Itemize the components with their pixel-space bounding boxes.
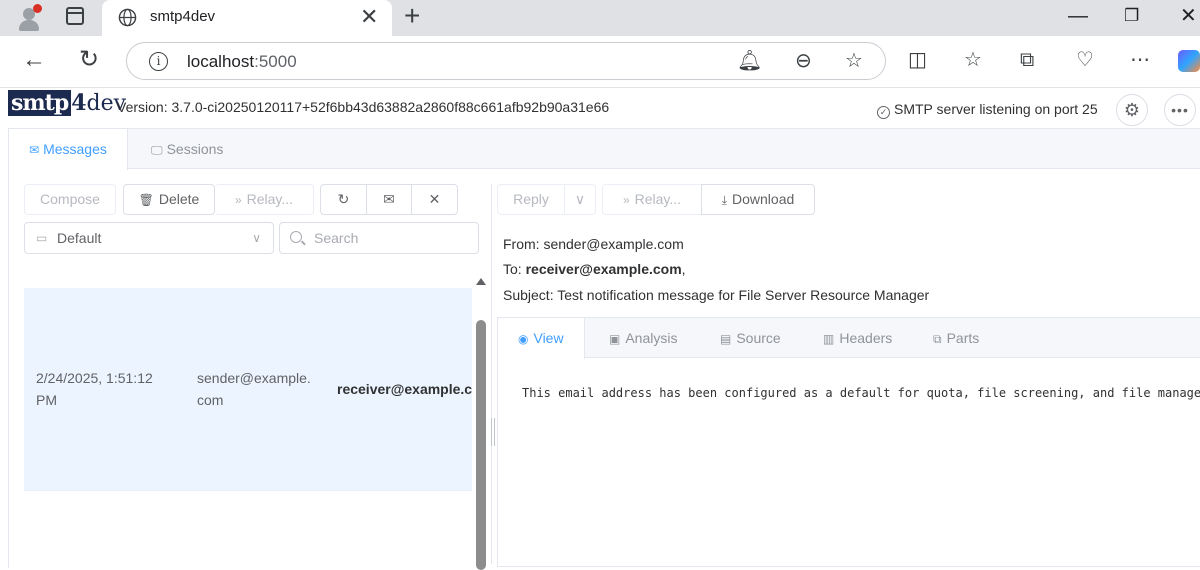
server-status: ✓ SMTP server listening on port 25	[877, 101, 1098, 119]
message-list: 2/24/2025, 1:51:12 PM sender@example.com…	[24, 272, 490, 564]
download-icon: ⤓	[721, 193, 728, 207]
split-screen-icon[interactable]: ◫	[908, 48, 927, 72]
tab-messages[interactable]: ✉ Messages	[9, 129, 128, 170]
tab-actions-icon[interactable]	[66, 7, 84, 25]
envelope-icon: ✉	[29, 143, 40, 157]
to-address: receiver@example.com	[337, 381, 472, 397]
collections-icon[interactable]: ⧉	[1020, 48, 1034, 72]
double-chevron-icon: »	[622, 193, 630, 207]
open-envelope-icon: ✉	[383, 191, 395, 207]
received-date: 2/24/2025, 1:51:12 PM	[36, 370, 153, 408]
browser-tab-strip: smtp4dev ✕ + — ❐ ✕	[0, 0, 1200, 36]
message-subject: Subject: Test notification message for F…	[503, 287, 930, 303]
mailbox-icon: ▭	[36, 231, 48, 245]
tab-analysis[interactable]: ▣ Analysis	[589, 318, 697, 358]
zoom-out-icon[interactable]: ⊖	[795, 50, 812, 72]
clear-button[interactable]: ✕	[411, 184, 458, 215]
scroll-up-arrow-icon[interactable]	[476, 278, 486, 285]
copilot-icon[interactable]	[1178, 50, 1200, 72]
document-icon: ▤	[720, 332, 732, 346]
address-bar: ← ↻ i localhost:5000 🔔︎ ⊖ ☆ ◫ ☆ ⧉ ♡ ⋯	[0, 36, 1200, 88]
compose-button[interactable]: Compose	[24, 184, 116, 215]
trash-icon: 🗑︎	[138, 193, 154, 207]
more-options-icon[interactable]: ⋯	[1130, 48, 1150, 72]
profile-avatar-icon[interactable]	[16, 4, 42, 31]
row-divider	[24, 490, 472, 491]
back-icon[interactable]: ←	[22, 46, 46, 74]
restore-icon[interactable]: ❐	[1124, 2, 1139, 30]
analysis-icon: ▣	[609, 332, 621, 346]
mailbox-select[interactable]: ▭ Default ∨	[24, 222, 274, 254]
tab-close-icon[interactable]: ✕	[360, 4, 378, 30]
browser-essentials-icon[interactable]: ♡	[1076, 48, 1094, 72]
site-info-icon[interactable]: i	[149, 52, 168, 71]
view-tab-bar: ◉ View ▣ Analysis ▤ Source ▥ Headers ⧉ Parts	[498, 318, 1200, 359]
download-button[interactable]: ⤓ Download	[701, 184, 815, 215]
tab-headers[interactable]: ▥ Headers	[803, 318, 912, 358]
refresh-button[interactable]: ↻	[320, 184, 367, 215]
favorites-icon[interactable]: ☆	[964, 48, 982, 72]
search-icon	[290, 231, 302, 243]
list-scrollbar[interactable]	[476, 320, 486, 570]
list-icon: ▥	[823, 332, 835, 346]
smtp4dev-logo: smtp 4dev	[8, 90, 126, 116]
reply-button[interactable]: Reply	[497, 184, 565, 215]
mark-read-button[interactable]: ✉	[366, 184, 412, 215]
splitter-grip[interactable]	[491, 418, 495, 446]
copy-icon: ⧉	[933, 332, 942, 346]
double-chevron-icon: »	[234, 193, 242, 207]
message-body: This email address has been configured a…	[522, 386, 1200, 400]
more-menu-icon[interactable]: •••	[1164, 94, 1196, 126]
table-row[interactable]: 2/24/2025, 1:51:12 PM sender@example.com…	[24, 288, 472, 490]
chevron-down-icon: ∨	[574, 191, 586, 207]
message-to: To: receiver@example.com,	[503, 261, 686, 277]
eye-icon: ◉	[518, 332, 529, 346]
pane-splitter[interactable]	[491, 184, 492, 564]
monitor-icon: 🖵	[151, 143, 163, 157]
from-address: sender@example.com	[197, 370, 311, 408]
app-header: smtp 4dev Version: 3.7.0-ci20250120117+52…	[0, 88, 1200, 128]
refresh-icon: ↻	[337, 191, 350, 207]
new-tab-icon[interactable]: +	[404, 0, 420, 32]
search-input[interactable]: Search	[279, 222, 479, 254]
check-circle-icon: ✓	[877, 106, 890, 119]
notification-bell-icon[interactable]: 🔔︎	[737, 50, 762, 72]
tab-title: smtp4dev	[150, 8, 216, 25]
url-field[interactable]: i localhost:5000 🔔︎ ⊖ ☆	[126, 42, 886, 80]
chevron-down-icon: ∨	[252, 231, 261, 245]
version-text: Version: 3.7.0-ci20250120117+52f6bb43d63…	[117, 99, 610, 115]
tab-parts[interactable]: ⧉ Parts	[913, 318, 999, 358]
close-icon: ✕	[428, 191, 441, 207]
settings-gear-icon[interactable]: ⚙	[1116, 94, 1148, 126]
message-relay-button[interactable]: » Relay...	[602, 184, 702, 215]
tab-sessions[interactable]: 🖵 Sessions	[131, 129, 243, 169]
browser-tab[interactable]: smtp4dev ✕	[102, 0, 392, 36]
window-close-icon[interactable]: ✕	[1180, 2, 1197, 30]
message-view-card: ◉ View ▣ Analysis ▤ Source ▥ Headers ⧉ Parts …	[497, 317, 1200, 567]
refresh-icon[interactable]: ↻	[79, 46, 99, 74]
url-text: localhost:5000	[187, 52, 297, 71]
relay-button[interactable]: » Relay...	[215, 184, 314, 215]
delete-button[interactable]: 🗑︎ Delete	[123, 184, 215, 215]
tab-source[interactable]: ▤ Source	[700, 318, 801, 358]
tab-view[interactable]: ◉ View	[498, 318, 585, 359]
globe-icon	[118, 8, 137, 27]
minimize-icon[interactable]: —	[1068, 2, 1088, 30]
message-from: From: sender@example.com	[503, 236, 684, 252]
reply-dropdown-button[interactable]: ∨	[564, 184, 596, 215]
main-tab-bar: ✉ Messages 🖵 Sessions	[9, 129, 1200, 170]
favorite-star-icon[interactable]: ☆	[845, 50, 863, 72]
